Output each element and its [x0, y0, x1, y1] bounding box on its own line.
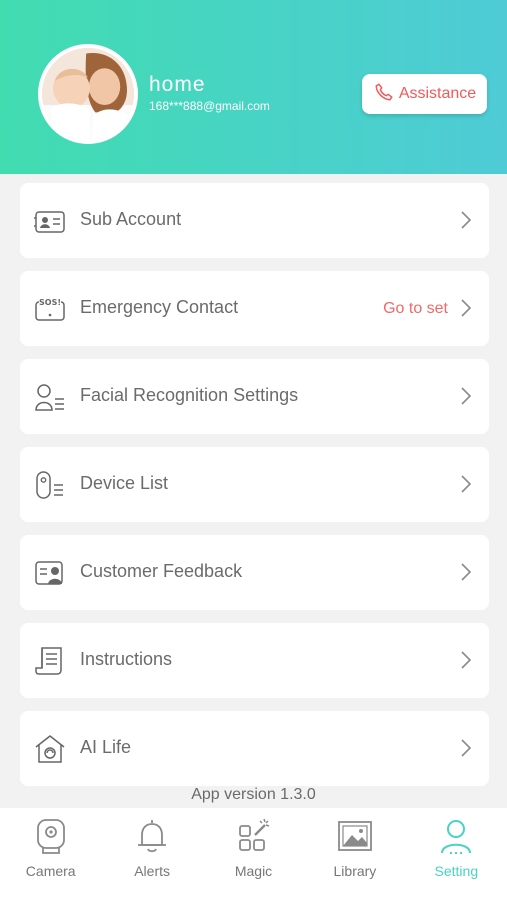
menu-item-device-list[interactable]: Device List — [20, 447, 489, 522]
phone-icon — [373, 81, 395, 108]
chevron-right-icon — [459, 297, 473, 319]
tab-camera[interactable]: Camera — [0, 808, 101, 900]
menu-item-status: Go to set — [383, 300, 448, 317]
chevron-right-icon — [459, 649, 473, 671]
feedback-icon — [34, 558, 66, 588]
chevron-right-icon — [459, 209, 473, 231]
menu-item-label: Emergency Contact — [80, 297, 239, 317]
chevron-right-icon — [459, 385, 473, 407]
tab-label: Setting — [434, 863, 479, 879]
tab-label: Magic — [234, 863, 273, 879]
app-version: App version 1.3.0 — [191, 786, 316, 803]
profile-name: home — [149, 73, 206, 96]
menu-item-label: Facial Recognition Settings — [80, 385, 299, 405]
profile-header: home 168***888@gmail.com Assistance — [0, 0, 507, 174]
assistance-button[interactable]: Assistance — [362, 74, 487, 114]
camera-device-list-icon — [34, 470, 66, 500]
image-icon — [335, 816, 375, 856]
id-card-icon — [34, 206, 66, 236]
menu-item-customer-feedback[interactable]: Customer Feedback — [20, 535, 489, 610]
menu-item-label: Sub Account — [80, 209, 182, 229]
chevron-right-icon — [459, 737, 473, 759]
menu-item-label: Instructions — [80, 649, 173, 669]
avatar[interactable] — [38, 44, 138, 144]
user-icon — [436, 816, 476, 856]
bell-icon — [132, 816, 172, 856]
tab-label: Camera — [25, 863, 76, 879]
menu-item-emergency-contact[interactable]: SOS! Emergency Contact Go to set — [20, 271, 489, 346]
menu-item-instructions[interactable]: Instructions — [20, 623, 489, 698]
sos-icon: SOS! — [34, 294, 66, 324]
svg-text:SOS!: SOS! — [39, 298, 61, 307]
tab-magic[interactable]: Magic — [203, 808, 304, 900]
avatar-photo — [42, 48, 134, 140]
tab-alerts[interactable]: Alerts — [101, 808, 202, 900]
menu-item-facial-recognition[interactable]: Facial Recognition Settings — [20, 359, 489, 434]
menu-item-label: AI Life — [80, 737, 132, 757]
document-icon — [34, 646, 66, 676]
bottom-tab-bar: Camera Alerts Magic Library Setting — [0, 808, 507, 900]
tab-setting[interactable]: Setting — [406, 808, 507, 900]
menu-item-label: Customer Feedback — [80, 561, 243, 581]
menu-item-ai-life[interactable]: AI Life — [20, 711, 489, 786]
person-list-icon — [34, 382, 66, 412]
menu-item-label: Device List — [80, 473, 169, 493]
assistance-label: Assistance — [398, 85, 477, 102]
tab-library[interactable]: Library — [304, 808, 405, 900]
smart-home-icon — [34, 734, 66, 764]
chevron-right-icon — [459, 473, 473, 495]
tab-label: Alerts — [134, 863, 170, 879]
magic-grid-icon — [234, 816, 274, 856]
camera-icon — [31, 816, 71, 856]
profile-email: 168***888@gmail.com — [149, 99, 270, 113]
chevron-right-icon — [459, 561, 473, 583]
tab-label: Library — [333, 863, 377, 879]
menu-item-sub-account[interactable]: Sub Account — [20, 183, 489, 258]
